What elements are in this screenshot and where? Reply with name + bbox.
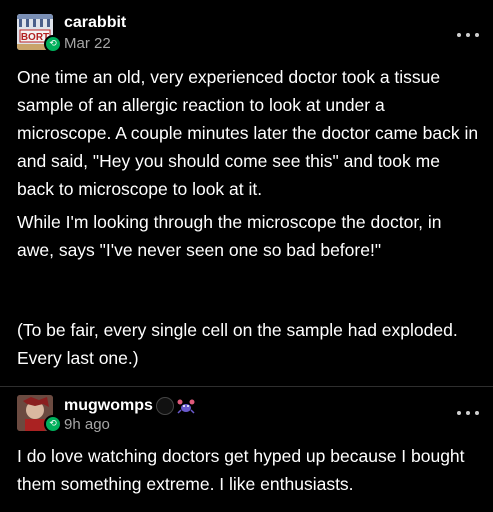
more-options-icon[interactable] xyxy=(457,408,479,418)
crab-badge-icon xyxy=(177,399,195,414)
more-options-icon[interactable] xyxy=(457,30,479,40)
reblog-icon: ⟲ xyxy=(44,415,62,433)
post-paragraph: I do love watching doctors get hyped up … xyxy=(17,446,465,494)
timestamp[interactable]: Mar 22 xyxy=(64,35,111,52)
post-paragraph: While I'm looking through the microscope… xyxy=(17,212,442,260)
username[interactable]: carabbit xyxy=(64,14,126,32)
post-paragraph: One time an old, very experienced doctor… xyxy=(17,67,479,199)
username[interactable]: mugwomps xyxy=(64,397,153,415)
user-badges xyxy=(156,397,195,415)
timestamp[interactable]: 9h ago xyxy=(64,416,110,433)
post-paragraph: (To be fair, every single cell on the sa… xyxy=(17,320,458,368)
reblog-icon: ⟲ xyxy=(44,35,62,53)
black-circle-badge-icon xyxy=(156,397,174,415)
post-carabbit: BORT ⟲ carabbit Mar 22 One time an old, … xyxy=(0,0,493,386)
post-mugwomps: ⟲ mugwomps 9h ago I do love watching doc… xyxy=(0,387,493,512)
